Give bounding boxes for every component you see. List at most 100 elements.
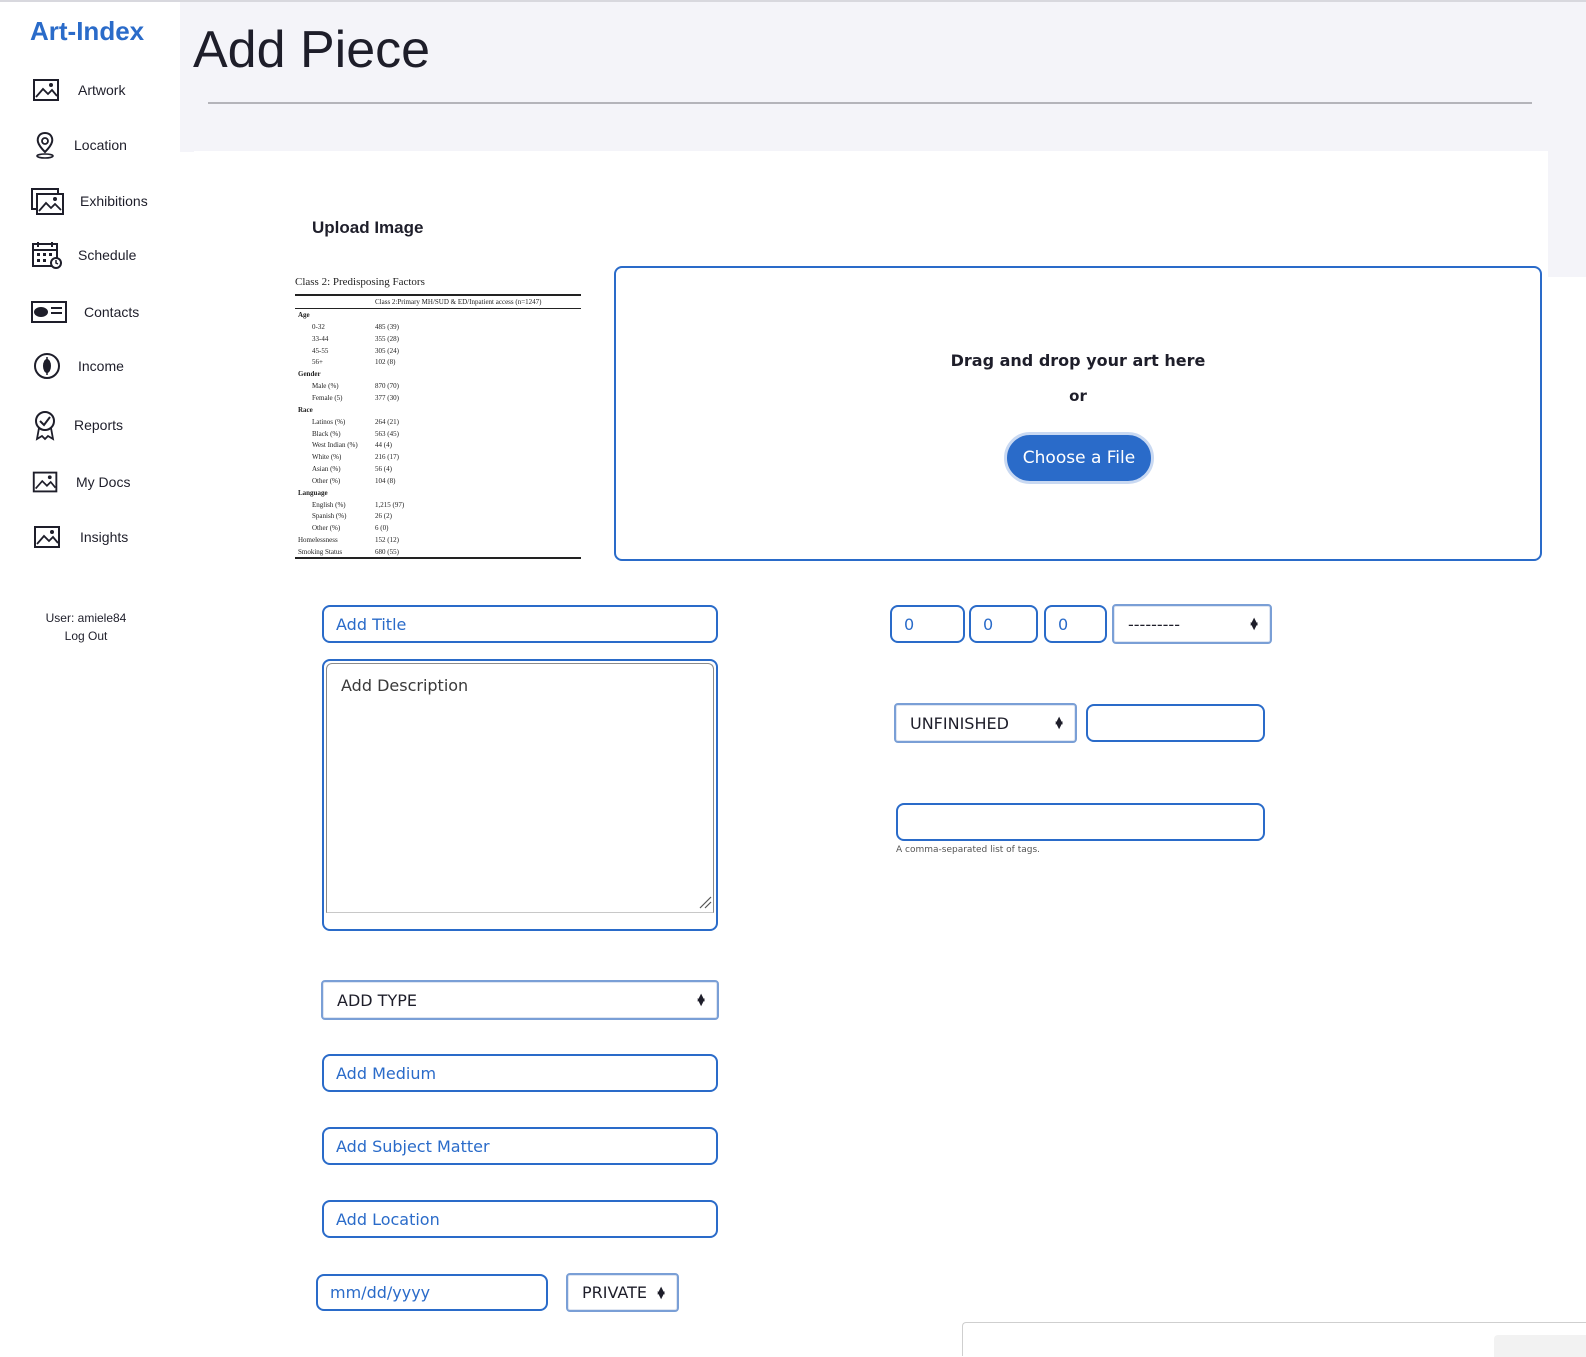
preview-row-label: Spanish (%) [312,512,347,521]
preview-row-value: 104 (8) [375,476,396,485]
preview-row-label: 33-44 [312,334,329,343]
sidebar-item-location[interactable]: Location [30,130,127,160]
preview-row-label: 0-32 [312,322,325,331]
sidebar-item-contacts[interactable]: Contacts [30,298,139,326]
sidebar-item-label: My Docs [76,474,131,490]
username-label: User: amiele84 [45,611,127,625]
preview-row-label: West Indian (%) [312,441,358,450]
preview-row-value: 563 (45) [375,429,399,438]
date-input[interactable]: mm/dd/yyyy [316,1274,548,1311]
resize-grip-icon[interactable] [698,895,712,909]
status-detail-input[interactable] [1086,704,1265,742]
preview-row-label: Latinos (%) [312,417,346,426]
description-textarea-inner[interactable]: Add Description [326,663,714,913]
preview-row-label: Race [298,405,313,414]
type-select[interactable]: ADD TYPE ▲ ▼ [321,980,719,1020]
page-title: Add Piece [193,21,431,79]
header-band-edge [1548,151,1586,277]
preview-row-label: Male (%) [312,382,339,391]
sidebar-item-label: Income [78,358,124,374]
sidebar-item-label: Artwork [78,82,126,98]
preview-row-value: 305 (24) [375,346,399,355]
sidebar-item-label: Location [74,137,127,153]
calendar-clock-icon [32,242,62,269]
dimension-depth-input[interactable]: 0 [1044,605,1107,643]
preview-row: Spanish (%) 26 (2) [292,510,582,522]
title-input[interactable]: Add Title [322,605,718,643]
preview-row: 33-44 355 (28) [292,333,582,345]
preview-row-value: 102 (8) [375,358,396,367]
preview-row-label: Black (%) [312,429,341,438]
preview-row-label: Language [298,488,328,497]
preview-row: Male (%) 870 (70) [292,380,582,392]
medium-input[interactable]: Add Medium [322,1054,718,1092]
preview-row: Latinos (%) 264 (21) [292,416,582,428]
preview-row-value: 26 (2) [375,512,392,521]
choose-file-button[interactable]: Choose a File [1004,432,1154,484]
gallery-icon [31,188,64,215]
preview-row-value: 1,215 (97) [375,500,405,509]
logout-link[interactable]: Log Out [36,627,136,645]
file-dropzone[interactable]: Drag and drop your art here or Choose a … [614,266,1542,561]
preview-row: Other (%) 6 (0) [292,522,582,534]
location-input[interactable]: Add Location [322,1200,718,1238]
dropzone-or-text: or [1069,387,1087,405]
preview-row-value: 152 (12) [375,536,399,545]
title-divider [208,102,1532,104]
bottom-panel [962,1322,1586,1357]
preview-row-label: 56+ [312,358,323,367]
visibility-select-value: PRIVATE [582,1283,647,1302]
bottom-panel-tab[interactable] [1494,1335,1586,1357]
preview-row-value: 870 (70) [375,382,399,391]
image-preview: Class 2: Predisposing Factors Class 2:Pr… [292,270,584,562]
sidebar-item-label: Reports [74,417,124,433]
preview-row: Language [292,487,582,499]
preview-row: 56+ 102 (8) [292,356,582,368]
preview-row-label: White (%) [312,453,342,462]
preview-row: Female (5) 377 (30) [292,392,582,404]
preview-row: White (%) 216 (17) [292,451,582,463]
preview-row-label: Homelessness [298,536,338,545]
preview-row-value: 355 (28) [375,334,399,343]
select-arrows-icon: ▲ ▼ [697,992,705,1008]
preview-row: 45-55 305 (24) [292,345,582,357]
sidebar-item-income[interactable]: Income [30,351,124,381]
select-arrows-icon: ▲ ▼ [1055,715,1063,731]
preview-caption: Class 2: Predisposing Factors [295,276,425,288]
preview-row-value: 485 (39) [375,322,399,331]
preview-row: Race [292,404,582,416]
preview-row: Other (%) 104 (8) [292,475,582,487]
unit-select[interactable]: --------- ▲ ▼ [1112,604,1272,644]
user-info: User: amiele84 Log Out [36,609,136,645]
preview-row-label: Gender [298,370,321,379]
sidebar-item-insights[interactable]: Insights [30,523,128,551]
sidebar-item-label: Insights [80,529,129,545]
tags-input[interactable] [896,803,1265,841]
preview-row-label: Asian (%) [312,465,341,474]
dollar-coin-icon [34,353,60,379]
dimension-height-input[interactable]: 0 [890,605,965,643]
subject-matter-input[interactable]: Add Subject Matter [322,1127,718,1165]
preview-row-value: 6 (0) [375,524,389,533]
badge-check-icon [35,411,55,441]
preview-row-label: English (%) [312,500,346,509]
visibility-select[interactable]: PRIVATE ▲ ▼ [566,1273,679,1312]
preview-row-value: 377 (30) [375,393,399,402]
preview-row: Asian (%) 56 (4) [292,463,582,475]
map-pin-icon [36,131,54,159]
status-select[interactable]: UNFINISHED ▲ ▼ [894,703,1077,743]
dimension-width-input[interactable]: 0 [969,605,1038,643]
form-card [194,151,1548,281]
preview-row: English (%) 1,215 (97) [292,499,582,511]
sidebar-item-reports[interactable]: Reports [30,409,123,441]
description-textarea[interactable]: Add Description [322,659,718,931]
preview-row: Black (%) 563 (45) [292,428,582,440]
sidebar-item-my-docs[interactable]: My Docs [30,468,130,496]
sidebar-item-artwork[interactable]: Artwork [30,76,125,104]
preview-row-label: Female (5) [312,393,343,402]
sidebar-item-exhibitions[interactable]: Exhibitions [30,186,148,216]
sidebar-item-label: Exhibitions [80,193,148,209]
app-logo[interactable]: Art-Index [30,16,144,47]
dropzone-text: Drag and drop your art here [950,351,1206,370]
sidebar-item-schedule[interactable]: Schedule [30,240,136,270]
